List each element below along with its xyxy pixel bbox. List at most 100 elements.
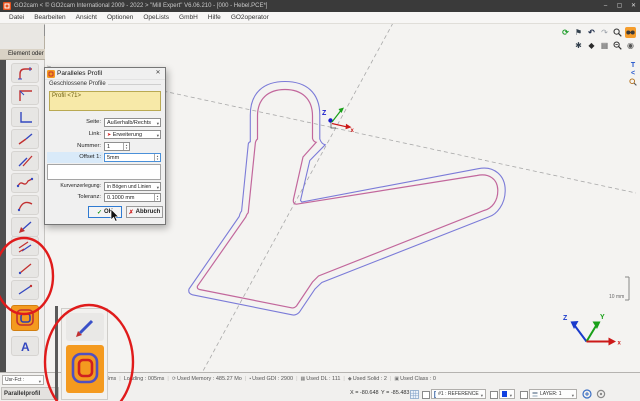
red-x-icon: ✗ (129, 209, 134, 216)
parallel-profile-tool[interactable] (11, 305, 39, 331)
spinner[interactable]: ▴▾ (154, 194, 160, 201)
segment-tool[interactable] (11, 258, 39, 278)
menu-datei[interactable]: Datei (4, 12, 29, 24)
offset-list-box[interactable] (47, 164, 161, 180)
sketch-pencil-tool[interactable] (66, 313, 104, 341)
undo-icon[interactable]: ↶ (586, 27, 597, 38)
green-check-icon: ✓ (97, 209, 102, 216)
layer-combo[interactable]: LAYER: 1 ▾ (529, 389, 577, 399)
menu-opelists[interactable]: OpeLists (138, 12, 174, 24)
spin-down-icon[interactable]: ▾ (157, 158, 159, 161)
redo-icon[interactable]: ↷ (599, 27, 610, 38)
nummer-spinner[interactable]: 1 ▴▾ (104, 142, 130, 151)
rotate-view-icon[interactable]: ⟳ (560, 27, 571, 38)
spinner[interactable]: ▴▾ (154, 154, 160, 161)
svg-text:Z: Z (322, 110, 327, 117)
usr-fct-combo[interactable]: Usr-Fct : ▾ (2, 375, 44, 385)
seite-select[interactable]: Außerhalb/Rechts ▾ (104, 118, 161, 127)
text-tool[interactable]: A (11, 336, 39, 356)
dialog-title: Paralleles Profil (57, 68, 102, 79)
maximize-button[interactable]: ▢ (613, 0, 626, 12)
cancel-button[interactable]: ✗ Abbruch (126, 206, 163, 218)
menu-hilfe[interactable]: Hilfe (203, 12, 226, 24)
offset-input[interactable]: 5mm ▴▾ (104, 153, 161, 162)
menu-ansicht[interactable]: Ansicht (71, 12, 102, 24)
layer-manager-icon[interactable] (582, 389, 592, 401)
link-select[interactable]: ➤ Erweiterung ▾ (104, 130, 161, 139)
right-mini-toolbar: T < (627, 62, 639, 88)
zoom-icon[interactable] (612, 27, 623, 38)
close-button[interactable]: ✕ (627, 0, 640, 12)
profile-listbox[interactable]: Profil <71> (49, 91, 161, 111)
settings-gear-icon[interactable] (596, 389, 606, 401)
zoom-plus-icon[interactable] (612, 40, 623, 51)
trim-lines-tool[interactable] (11, 151, 39, 171)
corner-tool[interactable] (11, 85, 39, 105)
chevron-down-icon: ▾ (572, 393, 574, 398)
layer-checkbox[interactable] (520, 391, 528, 399)
kurven-select[interactable]: in Bögen und Linien ▾ (104, 182, 161, 191)
flag-icon[interactable]: ⚑ (573, 27, 584, 38)
menu-bar: Datei Bearbeiten Ansicht Optionen OpeLis… (0, 12, 640, 24)
line-tool[interactable] (11, 129, 39, 149)
parallel-profile-tool-large[interactable] (66, 345, 104, 393)
parallel-profile-large-icon (69, 350, 101, 388)
toleranz-label: Toleranz: (47, 193, 101, 202)
menu-go2operator[interactable]: GO2operator (226, 12, 274, 24)
fillet-corner-tool[interactable] (11, 63, 39, 83)
reference-combo[interactable]: #1 : REFERENCE ▾ (431, 389, 486, 399)
grid-display-icon[interactable]: ▦ (599, 40, 610, 51)
arrow-icon (15, 219, 35, 235)
dialog-close-icon[interactable]: ✕ (151, 68, 165, 79)
minimize-button[interactable]: – (599, 0, 612, 12)
tool-flyout-panel (61, 308, 108, 400)
arrow-point-tool[interactable] (11, 217, 39, 237)
perpendicular-icon (15, 109, 35, 125)
chevron-down-icon: ▾ (39, 379, 41, 384)
dialog-icon (47, 70, 55, 78)
svg-text:A: A (21, 340, 30, 354)
spin-down-icon[interactable]: ▾ (126, 147, 128, 150)
collapse-icon[interactable]: < (631, 70, 635, 77)
mini-zoom-icon[interactable] (629, 78, 637, 88)
menu-optionen[interactable]: Optionen (102, 12, 138, 24)
tangent-curve-tool[interactable] (11, 195, 39, 215)
visibility-icon[interactable]: ◉ (625, 40, 636, 51)
gdi-icon: ▪ (249, 376, 251, 382)
origin-axis-triad: Z x (322, 108, 355, 135)
parallel-profile-icon (14, 308, 36, 328)
menu-bearbeiten[interactable]: Bearbeiten (29, 12, 70, 24)
active-tool-name: Parallelprofil (4, 391, 40, 397)
offset-profile-path[interactable] (189, 82, 505, 316)
spline-icon (15, 175, 35, 191)
scale-ruler: 10 mm (609, 277, 629, 300)
svg-text:Y: Y (600, 314, 605, 321)
spin-down-icon[interactable]: ▾ (157, 198, 159, 201)
segment2-tool[interactable] (11, 280, 39, 300)
perpendicular-line-tool[interactable] (11, 107, 39, 127)
ok-button[interactable]: ✓ OK (88, 206, 122, 218)
star-icon[interactable]: ✱ (573, 40, 584, 51)
group-geschlossene-profile: Geschlossene Profile (49, 81, 161, 87)
view-toolbar-row1: ⟳ ⚑ ↶ ↷ (560, 27, 636, 38)
paint-icon[interactable]: ◆ (586, 40, 597, 51)
paralleles-profil-dialog: Paralleles Profil ✕ Geschlossene Profile… (44, 67, 166, 225)
menu-gmbh[interactable]: GmbH (174, 12, 203, 24)
color-checkbox[interactable] (490, 391, 498, 399)
reference-checkbox[interactable] (422, 391, 430, 399)
tree-tool-icon[interactable]: T (631, 62, 635, 69)
nummer-label: Nummer: (47, 142, 101, 151)
dialog-title-bar[interactable]: Paralleles Profil ✕ (45, 68, 165, 80)
reference-icon (434, 391, 436, 398)
chevron-down-icon: ▾ (157, 132, 159, 139)
parallel-lines-tool[interactable] (11, 236, 39, 256)
class-count-icon: ▣ (394, 376, 399, 382)
spline-tool[interactable] (11, 173, 39, 193)
grid-toggle-icon[interactable] (410, 390, 419, 401)
spinner[interactable]: ▴▾ (123, 143, 129, 150)
profile-list-item[interactable]: Profil <71> (52, 93, 158, 99)
toleranz-input[interactable]: 0.1000 mm ▴▾ (104, 193, 161, 202)
color-combo[interactable]: ▾ (499, 389, 515, 399)
offset-label: Offset 1: (47, 153, 101, 162)
binoculars-icon[interactable] (625, 27, 636, 38)
